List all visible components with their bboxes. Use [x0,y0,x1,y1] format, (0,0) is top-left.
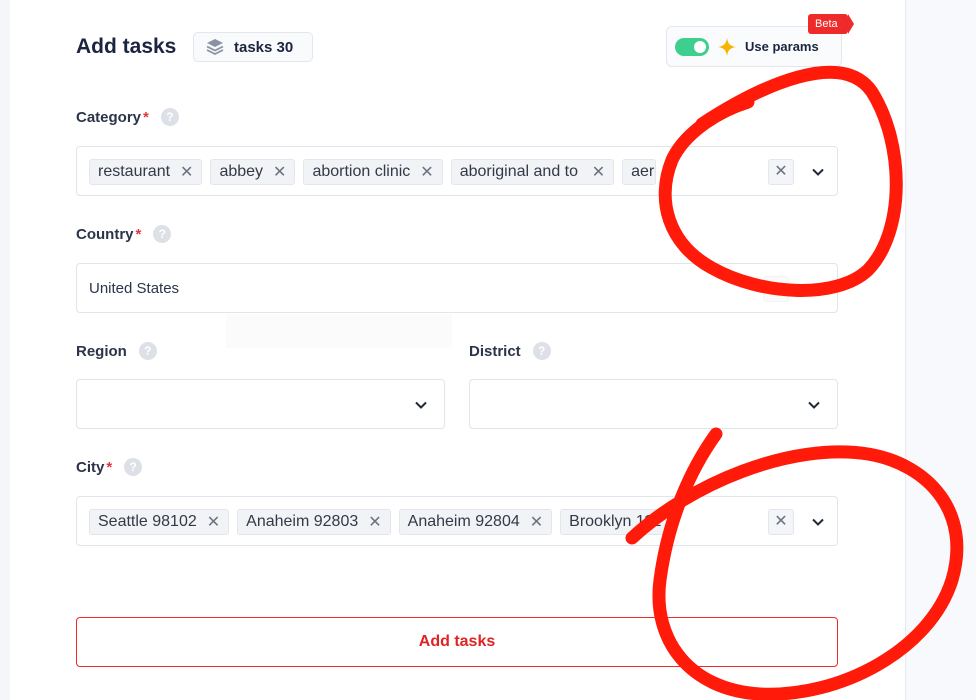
city-chip: Anaheim 92804 ✕ [398,509,553,535]
remove-chip-icon[interactable]: ✕ [207,512,220,532]
category-label-text: Category [76,108,142,126]
category-chip: restaurant ✕ [89,159,203,185]
city-label: City * ? [76,458,143,476]
remove-chip-icon[interactable]: ✕ [180,162,193,182]
chip-label: restaurant [98,163,171,180]
city-chips: Seattle 98102 ✕ Anaheim 92803 ✕ Anaheim 92… [89,509,695,535]
chip-label: Anaheim 92803 [246,513,359,530]
chevron-down-icon[interactable] [810,514,826,530]
add-tasks-button[interactable]: Add tasks [76,617,838,667]
city-label-text: City [76,458,105,476]
region-help-icon[interactable]: ? [138,342,157,360]
region-select[interactable] [76,379,445,429]
category-label: Category * ? [76,108,179,126]
chip-label: Seattle 98102 [98,513,197,530]
region-label-text: Region [76,342,127,360]
use-params-toggle[interactable] [675,37,709,56]
city-help-icon[interactable]: ? [124,458,143,476]
chevron-down-icon[interactable] [810,164,826,180]
remove-chip-icon[interactable]: ✕ [273,162,286,182]
chevron-down-icon[interactable] [806,397,822,413]
district-help-icon[interactable]: ? [532,342,551,360]
chevron-down-icon[interactable] [810,281,826,297]
required-mark: * [143,108,149,126]
remove-chip-icon[interactable]: ✕ [420,162,433,182]
category-multiselect[interactable]: restaurant ✕ abbey ✕ abortion clinic ✕ abor… [76,146,838,196]
category-chip: abbey ✕ [210,159,296,185]
remove-chip-icon[interactable]: ✕ [530,512,543,532]
chip-label: abbey [219,163,264,180]
category-chip: aboriginal and to ✕ [450,159,615,185]
clear-city-button[interactable]: ✕ [768,509,794,535]
country-help-icon[interactable]: ? [153,225,172,243]
country-value: United States [89,280,180,297]
district-label-text: District [469,342,521,360]
chip-label: aero [631,163,655,180]
sparkle-icon [718,37,736,56]
blank-overlay [226,314,452,348]
right-gutter [907,0,976,700]
clear-country-button[interactable]: ✕ [763,276,789,302]
city-multiselect[interactable]: Seattle 98102 ✕ Anaheim 92803 ✕ Anaheim 92… [76,496,838,546]
chip-label: Anaheim 92804 [407,513,520,530]
clear-category-button[interactable]: ✕ [768,159,794,185]
chip-label: Brooklyn 112 [569,513,662,530]
city-chip: Seattle 98102 ✕ [89,509,230,535]
category-help-icon[interactable]: ? [160,108,179,126]
country-label-text: Country [76,225,134,243]
category-chips: restaurant ✕ abbey ✕ abortion clinic ✕ abor… [89,159,695,185]
region-label: Region ? [76,342,157,360]
tasks-count-badge: tasks 30 [193,32,313,62]
chevron-down-icon[interactable] [413,397,429,413]
city-chip: Brooklyn 112 [560,509,671,535]
layers-icon [206,39,224,56]
chip-label: aboriginal and to [459,163,578,180]
city-chip: Anaheim 92803 ✕ [237,509,391,535]
remove-chip-icon[interactable]: ✕ [592,162,605,182]
country-select[interactable]: United States ✕ [76,263,838,313]
district-select[interactable] [469,379,838,429]
country-label: Country * ? [76,225,172,243]
category-chip: aero [622,159,657,185]
required-mark: * [135,225,142,243]
left-gutter [0,0,10,700]
category-chip: abortion clinic ✕ [303,159,443,185]
tasks-count-text: tasks 30 [234,38,294,56]
district-label: District ? [469,342,551,360]
chip-label: abortion clinic [312,163,411,180]
page-title: Add tasks [76,35,177,58]
remove-chip-icon[interactable]: ✕ [368,512,381,532]
beta-badge: Beta [808,14,854,34]
required-mark: * [106,458,113,476]
use-params-label: Use params [745,39,819,54]
